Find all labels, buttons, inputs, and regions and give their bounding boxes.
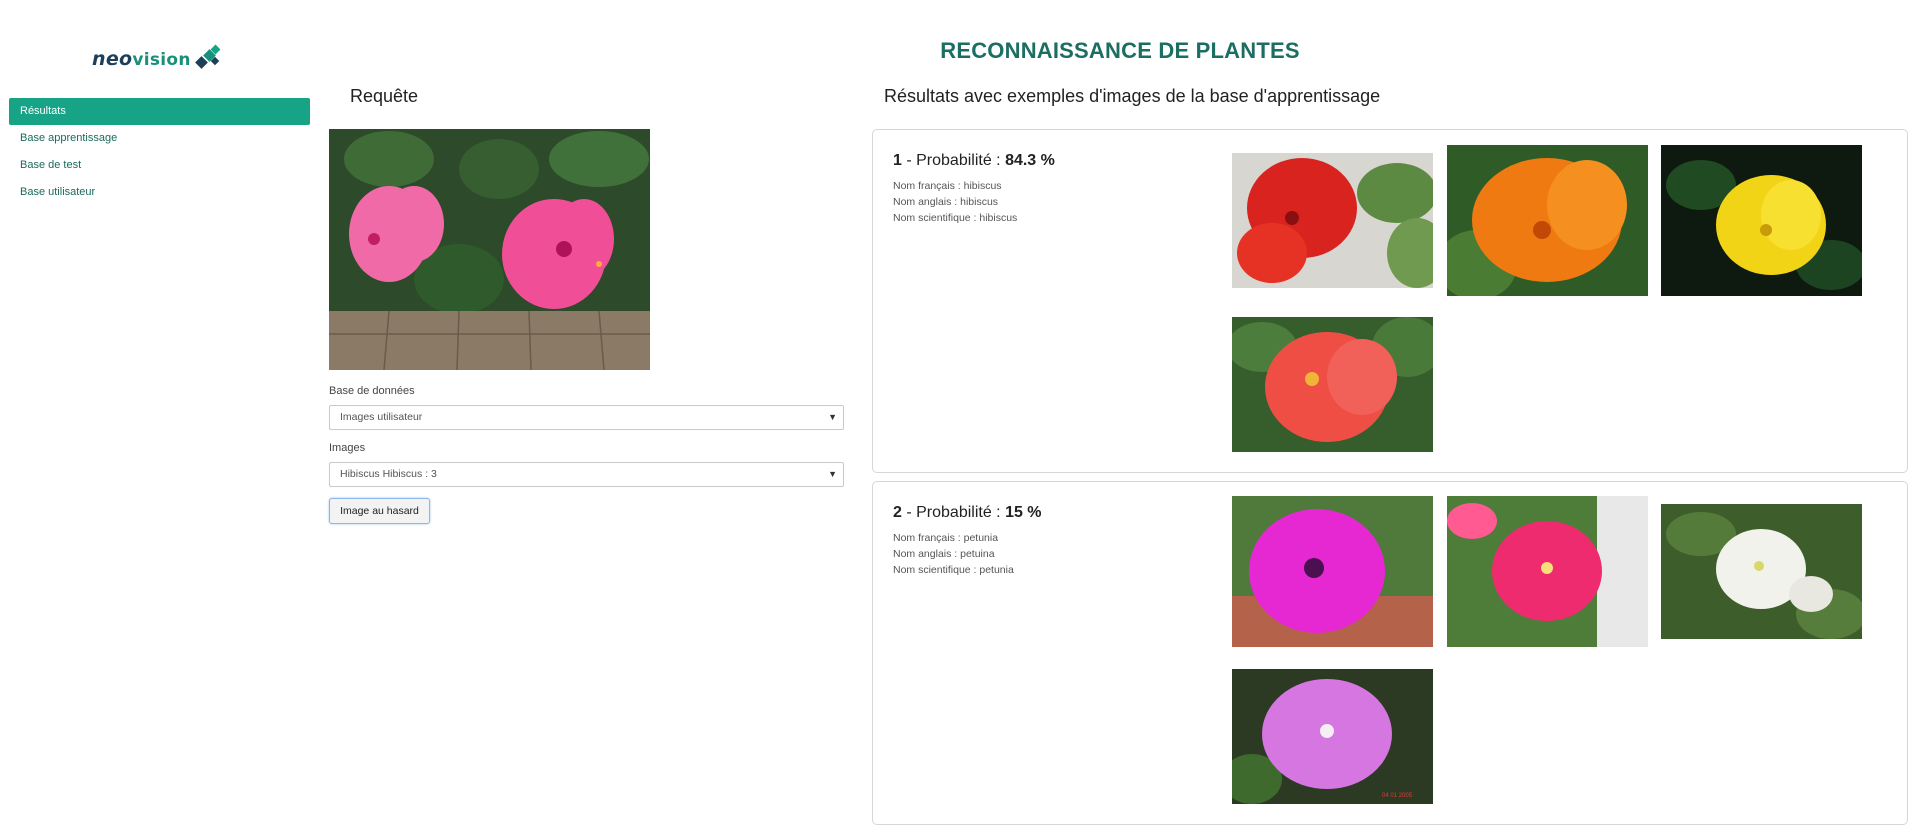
- random-image-button[interactable]: Image au hasard: [329, 498, 430, 524]
- result-thumbnail[interactable]: [1661, 504, 1862, 639]
- scientific-name: Nom scientifique : hibiscus: [893, 212, 1018, 224]
- result-thumbnail[interactable]: [1447, 496, 1648, 647]
- sidebar-item-resultats[interactable]: Résultats: [9, 98, 310, 125]
- result-thumbnail[interactable]: [1232, 317, 1433, 452]
- logo-wordmark: neovision: [92, 48, 191, 70]
- result-rank: 2: [893, 504, 902, 521]
- result-probability-label: - Probabilité :: [901, 504, 1006, 521]
- database-label: Base de données: [329, 385, 415, 397]
- chevron-down-icon: ▼: [828, 412, 837, 422]
- result-card: 1 - Probabilité : 84.3 % Nom français : …: [872, 129, 1908, 473]
- result-probability: 15 %: [1005, 504, 1042, 521]
- result-thumbnail[interactable]: [1232, 153, 1433, 288]
- english-name: Nom anglais : hibiscus: [893, 196, 999, 208]
- images-select[interactable]: Hibiscus Hibiscus : 3 ▼: [329, 462, 844, 487]
- logo-diamonds-icon: [193, 44, 223, 72]
- result-thumbnail[interactable]: [1661, 145, 1862, 296]
- french-name: Nom français : petunia: [893, 532, 999, 544]
- result-title: 1 - Probabilité : 84.3 %: [893, 152, 1055, 170]
- result-probability-label: - Probabilité :: [901, 152, 1006, 169]
- result-probability: 84.3 %: [1005, 152, 1055, 169]
- result-title: 2 - Probabilité : 15 %: [893, 504, 1042, 522]
- database-select-value: Images utilisateur: [340, 411, 423, 423]
- result-card: 2 - Probabilité : 15 % Nom français : pe…: [872, 481, 1908, 825]
- sidebar-item-base-apprentissage[interactable]: Base apprentissage: [9, 125, 310, 152]
- images-select-value: Hibiscus Hibiscus : 3: [340, 468, 437, 480]
- database-select[interactable]: Images utilisateur ▼: [329, 405, 844, 430]
- english-name: Nom anglais : petuina: [893, 548, 995, 560]
- images-label: Images: [329, 442, 366, 454]
- sidebar-item-base-de-test[interactable]: Base de test: [9, 152, 310, 179]
- chevron-down-icon: ▼: [828, 469, 837, 479]
- scientific-name: Nom scientifique : petunia: [893, 564, 1014, 576]
- query-image: [329, 129, 650, 370]
- svg-text:04 01 2005: 04 01 2005: [1382, 793, 1413, 799]
- result-thumbnail[interactable]: [1232, 496, 1433, 647]
- result-thumbnail[interactable]: [1447, 145, 1648, 296]
- result-thumbnail[interactable]: 04 01 2005: [1232, 669, 1433, 804]
- results-heading: Résultats avec exemples d'images de la b…: [884, 86, 1381, 106]
- french-name: Nom français : hibiscus: [893, 180, 1002, 192]
- neovision-logo: neovision: [92, 44, 223, 74]
- page-title: RECONNAISSANCE DE PLANTES: [940, 38, 1300, 63]
- sidebar-nav: Résultats Base apprentissage Base de tes…: [9, 98, 310, 206]
- sidebar-item-base-utilisateur[interactable]: Base utilisateur: [9, 179, 310, 206]
- query-heading: Requête: [350, 86, 419, 106]
- result-rank: 1: [893, 152, 902, 169]
